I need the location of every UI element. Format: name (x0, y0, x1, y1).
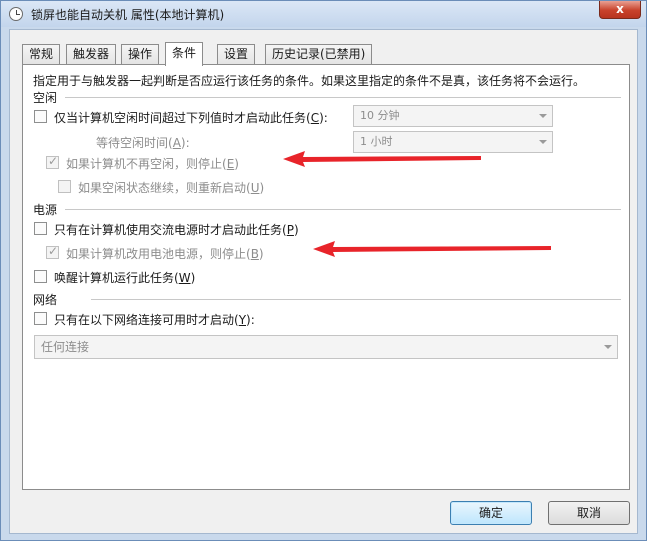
tab-actions[interactable]: 操作 (121, 44, 160, 65)
wake-computer-checkbox[interactable] (34, 270, 47, 283)
network-connection-value: 任何连接 (41, 340, 90, 354)
ac-power-checkbox[interactable] (34, 222, 47, 235)
stop-if-not-idle-label[interactable]: 如果计算机不再空闲，则停止(E) (66, 155, 239, 172)
idle-duration-value: 10 分钟 (360, 109, 400, 122)
wait-duration-select[interactable]: 1 小时 (353, 131, 553, 153)
network-checkbox[interactable] (34, 312, 47, 325)
window-title: 锁屏也能自动关机 属性(本地计算机) (31, 8, 225, 22)
tab-general[interactable]: 常规 (22, 44, 61, 65)
properties-window: 锁屏也能自动关机 属性(本地计算机) x 常规 触发器 操作 条件 设置 历史记… (0, 0, 647, 541)
start-if-idle-checkbox[interactable] (34, 110, 47, 123)
power-divider (65, 209, 621, 210)
dialog-client: 常规 触发器 操作 条件 设置 历史记录(已禁用) 指定用于与触发器一起判断是否… (9, 29, 638, 534)
network-divider (91, 299, 621, 300)
stop-if-not-idle-checkbox[interactable] (46, 154, 59, 169)
restart-if-idle-checkbox[interactable] (58, 180, 71, 193)
conditions-panel: 指定用于与触发器一起判断是否应运行该任务的条件。如果这里指定的条件不是真，该任务… (22, 64, 630, 490)
wake-computer-label[interactable]: 唤醒计算机运行此任务(W) (54, 269, 195, 286)
chevron-down-icon (539, 140, 547, 144)
idle-section-header: 空闲 (33, 91, 58, 105)
tab-conditions[interactable]: 条件 (165, 42, 204, 66)
close-button[interactable]: x (599, 1, 641, 19)
wait-duration-value: 1 小时 (360, 135, 393, 148)
ok-button[interactable]: 确定 (450, 501, 532, 525)
power-section-header: 电源 (33, 203, 58, 217)
idle-divider (65, 97, 621, 98)
idle-duration-select[interactable]: 10 分钟 (353, 105, 553, 127)
annotation-arrow-icon (313, 241, 551, 257)
description-text: 指定用于与触发器一起判断是否应运行该任务的条件。如果这里指定的条件不是真，该任务… (33, 74, 586, 88)
network-section-header: 网络 (33, 293, 58, 307)
tab-history[interactable]: 历史记录(已禁用) (265, 44, 373, 65)
chevron-down-icon (539, 114, 547, 118)
chevron-down-icon (604, 345, 612, 349)
cancel-button[interactable]: 取消 (548, 501, 630, 525)
tab-settings[interactable]: 设置 (217, 44, 256, 65)
stop-on-battery-label[interactable]: 如果计算机改用电池电源，则停止(B) (66, 245, 264, 262)
start-if-idle-label[interactable]: 仅当计算机空闲时间超过下列值时才启动此任务(C): (54, 109, 328, 126)
title-bar[interactable]: 锁屏也能自动关机 属性(本地计算机) x (1, 1, 646, 27)
network-connection-select[interactable]: 任何连接 (34, 335, 618, 359)
restart-if-idle-label[interactable]: 如果空闲状态继续，则重新启动(U) (78, 179, 264, 196)
wait-for-idle-label: 等待空闲时间(A): (96, 136, 190, 150)
clock-icon (9, 7, 23, 21)
tab-triggers[interactable]: 触发器 (66, 44, 117, 65)
network-label[interactable]: 只有在以下网络连接可用时才启动(Y): (54, 311, 255, 328)
stop-on-battery-checkbox[interactable] (46, 244, 59, 259)
ac-power-label[interactable]: 只有在计算机使用交流电源时才启动此任务(P) (54, 221, 299, 238)
